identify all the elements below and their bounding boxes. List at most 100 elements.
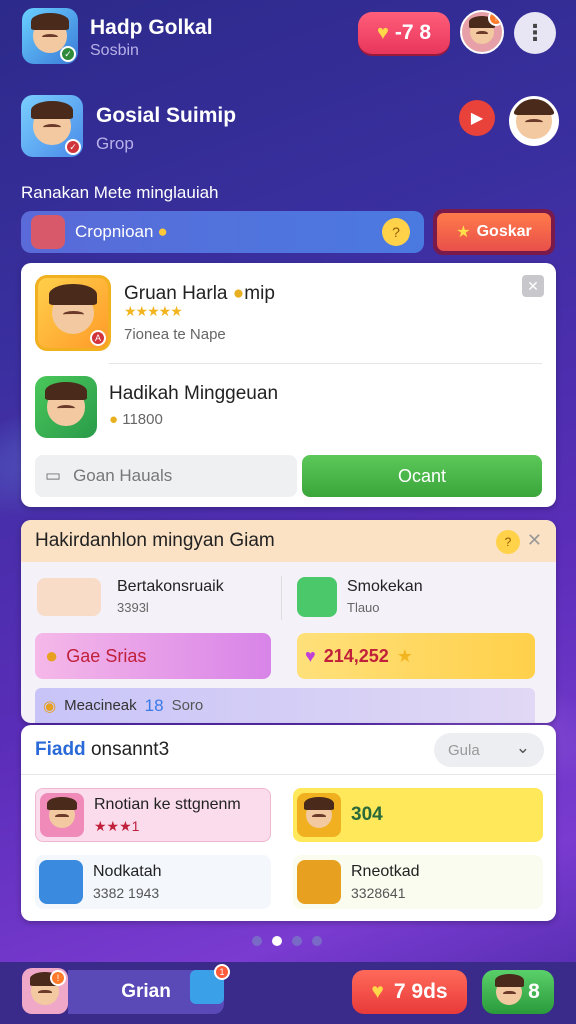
list-item[interactable]: 304	[293, 788, 543, 842]
item-name: Rnotian ke sttgnenm	[94, 795, 241, 813]
play-icon: ▶	[470, 110, 484, 127]
divider	[109, 363, 542, 364]
player-avatar[interactable]: ✓	[22, 8, 78, 64]
leader-face-icon	[514, 99, 554, 139]
friends-count: 8	[528, 980, 540, 1003]
friend-profile-avatar[interactable]: !	[460, 10, 504, 54]
chevron-down-icon: ⌄	[515, 738, 530, 757]
friend-1-title: Gruan Harla ●mip	[124, 283, 275, 304]
rewards-card: Hakirdanhlon mingyan Giam ? ✕ Bertakonsr…	[21, 520, 556, 723]
friend-face-icon	[45, 381, 88, 426]
divider	[21, 774, 556, 775]
gold-reward-pill[interactable]: ● Gae Srias	[35, 633, 271, 679]
group-badge-icon: ✓	[65, 139, 81, 155]
reward-1-icon[interactable]	[37, 578, 101, 616]
page-dot[interactable]	[292, 936, 302, 946]
hint-icon[interactable]: ?	[382, 218, 410, 246]
item-sub: ★★★1	[94, 817, 140, 834]
bottom-bar: Grian ! 1 ♥ 7 9ds 8	[0, 962, 576, 1024]
group-avatar[interactable]: ✓	[21, 95, 83, 157]
strip-number: 18	[144, 695, 164, 715]
heart-reward-value: 214,252	[323, 645, 389, 666]
section-label: Ranakan Mete minglauiah	[21, 183, 219, 202]
coin-icon: ●	[157, 222, 168, 241]
group-leader-avatar[interactable]	[509, 96, 559, 146]
heart-currency-value: -7 8	[394, 21, 432, 44]
notification-dot-icon: !	[488, 12, 502, 26]
accept-button[interactable]: Ocant	[302, 455, 542, 497]
player-subtitle: Sosbin	[90, 42, 139, 59]
friends-button[interactable]: 8	[482, 970, 554, 1014]
friend-face-icon	[494, 974, 524, 1005]
progress-strip[interactable]: ◉ Meacineak 18 Soro	[35, 688, 535, 723]
filter-value: Gula	[448, 741, 480, 759]
group-subtitle: Grop	[96, 134, 134, 153]
item-name: Rneotkad	[351, 863, 420, 880]
strip-suffix: Soro	[171, 697, 204, 714]
friends-card: Fiadd onsannt3 Gula ⌄ Rnotian ke sttgnen…	[21, 725, 556, 921]
friend-avatar-2[interactable]	[35, 376, 97, 438]
strip-label: Meacineak	[64, 697, 137, 714]
item-sub: 3328641	[351, 885, 406, 901]
friend-2-coins: ● 11800	[109, 411, 163, 428]
heart-icon: ♥	[371, 980, 384, 1003]
page-dot[interactable]	[312, 936, 322, 946]
play-button[interactable]: ▶	[459, 100, 495, 136]
gold-reward-label: Gae Srias	[66, 645, 147, 666]
list-item[interactable]: Nodkatah 3382 1943	[35, 855, 271, 909]
heart-icon: ♥	[376, 21, 389, 44]
reward-1-sub: 3393l	[117, 600, 149, 615]
friend-1-subtitle: 7ionea te Nape	[124, 326, 226, 343]
rating-stars: ★★★★★	[124, 303, 183, 319]
item-value: 304	[351, 804, 383, 825]
page-dot-active[interactable]	[272, 936, 282, 946]
item-sub: 3382 1943	[93, 885, 160, 901]
item-name: Nodkatah	[93, 863, 162, 880]
player-name: Hadp Golkal	[90, 16, 213, 39]
rewards-header: Hakirdanhlon mingyan Giam	[21, 520, 556, 562]
friend-avatar-icon	[40, 793, 84, 837]
heart-store-button[interactable]: ♥ 7 9ds	[352, 970, 467, 1014]
invite-card: A Gruan Harla ●mip ★★★★★ 7ionea te Nape …	[21, 263, 556, 507]
reward-2-name: Smokekan	[347, 578, 423, 595]
search-avatar-icon	[31, 215, 65, 249]
list-item[interactable]: Rnotian ke sttgnenm ★★★1	[35, 788, 271, 842]
friend-avatar-1[interactable]: A	[35, 275, 111, 351]
purple-heart-icon: ♥	[305, 645, 316, 666]
star-icon: ★	[456, 224, 471, 241]
more-options-button[interactable]: ⋮	[514, 12, 556, 54]
photo-icon	[39, 860, 83, 904]
coin-icon: ●	[232, 283, 245, 304]
search-text: Cropnioan	[75, 222, 154, 241]
chat-icon[interactable]	[297, 577, 337, 617]
page-indicator	[252, 936, 322, 946]
go-button-label: Goskar	[476, 223, 532, 240]
bag-icon: ▭	[45, 466, 62, 485]
bottom-avatar[interactable]: !	[22, 968, 68, 1014]
filter-dropdown[interactable]: Gula ⌄	[434, 733, 544, 767]
medal-icon: ◉	[43, 697, 57, 715]
top-bar: ✓ Hadp Golkal Sosbin ♥ -7 8 ! ⋮	[0, 0, 576, 78]
reward-2-sub: Tlauo	[347, 600, 380, 615]
hint-icon[interactable]: ?	[496, 530, 520, 554]
group-face-icon	[31, 100, 74, 145]
close-icon[interactable]: ✕	[527, 530, 542, 551]
search-bar[interactable]: Cropnioan ● ?	[21, 211, 424, 253]
divider	[281, 576, 282, 620]
friend-avatar-icon	[297, 793, 341, 837]
group-title: Gosial Suimip	[96, 104, 237, 127]
treasure-icon	[297, 860, 341, 904]
heart-currency-pill[interactable]: ♥ -7 8	[358, 12, 450, 54]
level-badge-icon: ✓	[60, 46, 76, 62]
gift-box-icon[interactable]: 1	[190, 964, 230, 1004]
friend-2-name: Hadikah Minggeuan	[109, 383, 279, 404]
page-dot[interactable]	[252, 936, 262, 946]
heart-reward-pill[interactable]: ♥ 214,252 ★	[297, 633, 535, 679]
gold-coin-icon: ●	[45, 643, 59, 668]
notification-dot-icon: 1	[214, 964, 230, 980]
list-item[interactable]: Rneotkad 3328641	[293, 855, 543, 909]
secondary-button[interactable]: ▭ Goan Hauals	[35, 455, 297, 497]
friends-title: Fiadd onsannt3	[35, 739, 170, 760]
go-button[interactable]: ★ Goskar	[433, 209, 555, 255]
close-icon[interactable]: ✕	[522, 275, 544, 297]
